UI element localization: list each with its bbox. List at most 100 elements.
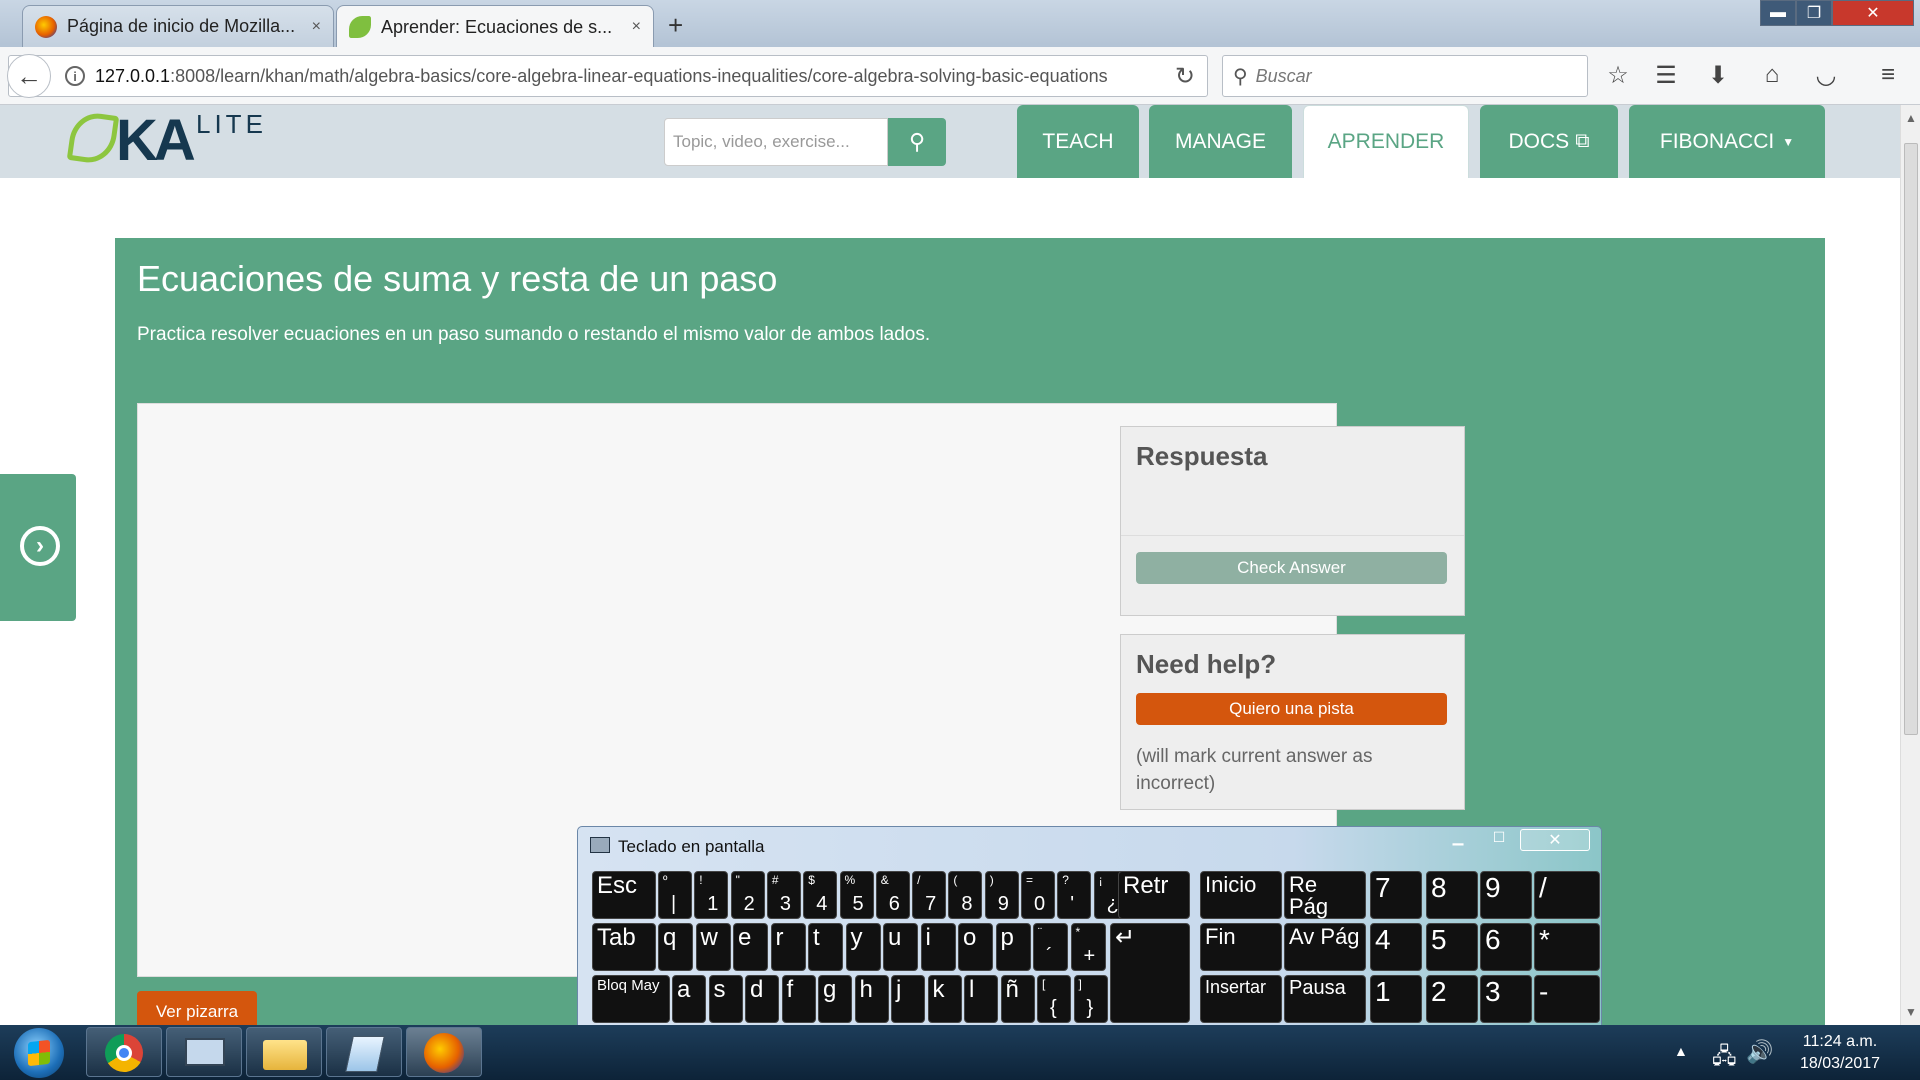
- minimize-icon[interactable]: ▁: [1438, 829, 1478, 851]
- key-s[interactable]: s: [708, 975, 743, 1023]
- start-button[interactable]: [14, 1028, 64, 1078]
- key-rbrace[interactable]: ]}: [1073, 975, 1108, 1023]
- key-p[interactable]: p: [995, 923, 1031, 971]
- key-3[interactable]: 3: [1480, 975, 1532, 1023]
- key-3[interactable]: #3: [766, 871, 801, 919]
- info-icon[interactable]: i: [65, 66, 85, 86]
- key-u[interactable]: u: [883, 923, 918, 971]
- key-pipe[interactable]: º |: [658, 871, 692, 919]
- key-a[interactable]: a: [672, 975, 706, 1023]
- key-0[interactable]: = 0: [1021, 871, 1055, 919]
- key-5[interactable]: 5: [1426, 923, 1478, 971]
- key-5[interactable]: % 5: [839, 871, 874, 919]
- key-re-pág[interactable]: Re Pág: [1284, 871, 1366, 919]
- key-pausa[interactable]: Pausa: [1284, 975, 1366, 1023]
- key-7[interactable]: 7: [1370, 871, 1422, 919]
- key-7[interactable]: /7: [912, 871, 947, 919]
- search-button[interactable]: ⚲: [888, 118, 946, 166]
- key-j[interactable]: j: [891, 975, 925, 1023]
- close-icon[interactable]: ✕: [1520, 829, 1590, 851]
- key-q[interactable]: q: [658, 923, 693, 971]
- minimize-window-button[interactable]: ▬: [1760, 0, 1796, 26]
- key-bloq-may[interactable]: Bloq May: [592, 975, 670, 1023]
- home-icon[interactable]: ⌂: [1754, 57, 1790, 93]
- bookmark-star-icon[interactable]: ☆: [1600, 57, 1636, 93]
- key-d[interactable]: d: [745, 975, 779, 1023]
- key-av-pág[interactable]: Av Pág: [1284, 923, 1366, 971]
- key-insertar[interactable]: Insertar: [1200, 975, 1282, 1023]
- tab-aprender[interactable]: Aprender: Ecuaciones de s... ×: [336, 5, 654, 48]
- page-scrollbar[interactable]: ▲ ▼: [1900, 105, 1920, 1025]
- scroll-up-icon[interactable]: ▲: [1905, 111, 1917, 125]
- key-r[interactable]: r: [770, 923, 806, 971]
- tab-mozilla-home[interactable]: Página de inicio de Mozilla... ×: [22, 5, 334, 47]
- key-asterisk[interactable]: *: [1534, 923, 1600, 971]
- nav-manage[interactable]: MANAGE: [1149, 105, 1292, 178]
- new-tab-button[interactable]: +: [668, 10, 683, 41]
- key-4[interactable]: $4: [803, 871, 838, 919]
- close-icon[interactable]: ×: [302, 18, 321, 36]
- scrollbar-thumb[interactable]: [1904, 143, 1918, 735]
- url-bar[interactable]: ← i 127.0.0.1:8008/learn/khan/math/algeb…: [7, 54, 1208, 98]
- key-9[interactable]: 9: [1480, 871, 1532, 919]
- key-y[interactable]: y: [845, 923, 881, 971]
- clock[interactable]: 11:24 a.m. 18/03/2017: [1770, 1031, 1910, 1075]
- network-icon[interactable]: 🖧: [1712, 1039, 1737, 1077]
- show-hidden-icons[interactable]: ▲: [1674, 1043, 1688, 1059]
- key-enter[interactable]: ↵: [1110, 923, 1190, 1023]
- kalite-logo[interactable]: KA LITE: [66, 107, 288, 173]
- key-2[interactable]: 2: [1426, 975, 1478, 1023]
- key-minus[interactable]: -: [1534, 975, 1600, 1023]
- key-9[interactable]: ) 9: [984, 871, 1019, 919]
- taskbar-explorer[interactable]: [246, 1027, 322, 1077]
- sidebar-toggle[interactable]: ›: [0, 474, 76, 621]
- key-plus[interactable]: * +: [1070, 923, 1106, 971]
- key-6[interactable]: 6: [1480, 923, 1532, 971]
- key-esc[interactable]: Esc: [592, 871, 656, 919]
- taskbar-firefox[interactable]: [406, 1027, 482, 1077]
- close-icon[interactable]: ×: [622, 18, 641, 36]
- key-f[interactable]: f: [781, 975, 816, 1023]
- taskbar-notepad[interactable]: [326, 1027, 402, 1077]
- key-tab[interactable]: Tab: [592, 923, 656, 971]
- key-1[interactable]: 1: [1370, 975, 1422, 1023]
- key-fin[interactable]: Fin: [1200, 923, 1282, 971]
- key-g[interactable]: g: [818, 975, 852, 1023]
- key-2[interactable]: " 2: [730, 871, 765, 919]
- scroll-down-icon[interactable]: ▼: [1905, 1005, 1917, 1019]
- taskbar-osk[interactable]: [166, 1027, 242, 1077]
- reload-icon[interactable]: ↻: [1175, 62, 1195, 91]
- key-w[interactable]: w: [695, 923, 731, 971]
- browser-search-box[interactable]: ⚲ Buscar: [1222, 55, 1588, 97]
- key-slash[interactable]: /: [1534, 871, 1600, 919]
- key-inicio[interactable]: Inicio: [1200, 871, 1282, 919]
- key-6[interactable]: & 6: [875, 871, 910, 919]
- nav-docs[interactable]: DOCS ⧉: [1480, 105, 1618, 178]
- hint-button[interactable]: Quiero una pista: [1136, 693, 1447, 725]
- key-ñ[interactable]: ñ: [1000, 975, 1035, 1023]
- nav-teach[interactable]: TEACH: [1017, 105, 1139, 178]
- key-8[interactable]: 8: [1426, 871, 1478, 919]
- download-icon[interactable]: ⬇: [1700, 57, 1736, 93]
- nav-aprender[interactable]: APRENDER: [1303, 105, 1469, 178]
- key-apos[interactable]: ? ': [1057, 871, 1092, 919]
- maximize-icon[interactable]: ☐: [1480, 829, 1518, 851]
- menu-icon[interactable]: ≡: [1870, 57, 1906, 93]
- key-acute[interactable]: ¨ ´: [1033, 923, 1068, 971]
- key-k[interactable]: k: [927, 975, 962, 1023]
- key-o[interactable]: o: [958, 923, 993, 971]
- reading-list-icon[interactable]: ☰: [1648, 57, 1684, 93]
- key-1[interactable]: ! 1: [694, 871, 729, 919]
- topic-search-input[interactable]: Topic, video, exercise...: [664, 118, 888, 166]
- back-arrow-icon[interactable]: ←: [7, 54, 51, 98]
- check-answer-button[interactable]: Check Answer: [1136, 552, 1447, 584]
- key-t[interactable]: t: [808, 923, 843, 971]
- key-h[interactable]: h: [854, 975, 889, 1023]
- taskbar-chrome[interactable]: [86, 1027, 162, 1077]
- key-lbrace[interactable]: [{: [1037, 975, 1071, 1023]
- key-retr[interactable]: Retr: [1118, 871, 1190, 919]
- nav-user-menu[interactable]: FIBONACCI ▼: [1629, 105, 1825, 178]
- key-l[interactable]: l: [964, 975, 998, 1023]
- key-e[interactable]: e: [733, 923, 768, 971]
- key-8[interactable]: (8: [948, 871, 983, 919]
